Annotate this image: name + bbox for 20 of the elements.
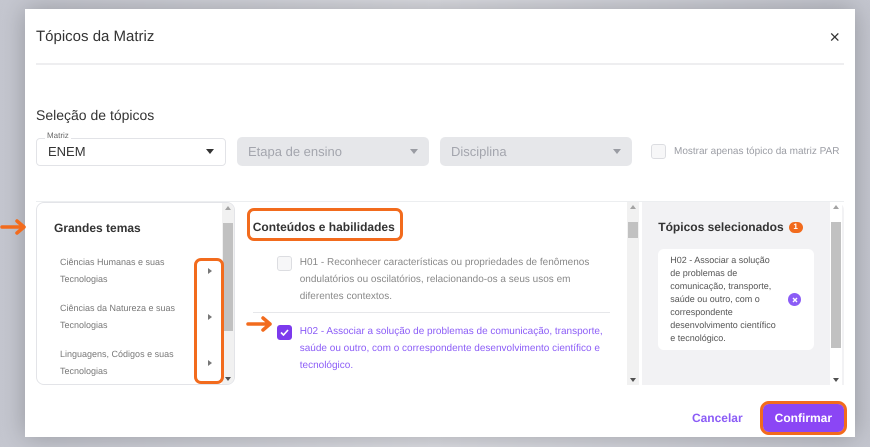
checkbox-label: Mostrar apenas tópico da matriz PAR <box>674 145 840 159</box>
theme-item[interactable]: Ciências Humanas e suas Tecnologias <box>60 254 182 288</box>
panel-title: Grandes temas <box>54 220 141 237</box>
field-placeholder: Etapa de ensino <box>248 142 342 161</box>
skill-text: H01 - Reconhecer características ou propriedades de fenômenos ondulatórios ou oscilatórios, relacionando-os a seus usos em diferentes contextos. <box>300 256 590 304</box>
skill-text: H02 - Associar a solução de problemas de comunicação, transporte, saúde ou outro, com o correspondente desenvolvimento científico e tecnológico. <box>300 325 604 373</box>
panel-title: Conteúdos e habilidades <box>252 219 395 236</box>
field-placeholder: Disciplina <box>451 142 507 161</box>
section-title: Seleção de tópicos <box>36 106 156 125</box>
dialog-title: Tópicos da Matriz <box>36 26 154 47</box>
confirm-button[interactable]: Confirmar <box>762 404 844 432</box>
cancel-button[interactable]: Cancelar <box>692 409 743 427</box>
topic-text: H02 - Associar a solução de problemas de comunicação, transporte, saúde ou outro, com o correspondente desenvolvimento científico e tecnológico. <box>670 254 777 345</box>
theme-item[interactable]: Ciências da Natureza e suas Tecnologias <box>60 300 182 334</box>
field-value: ENEM <box>48 142 86 161</box>
panel-title: Tópicos selecionados <box>658 219 784 236</box>
count-badge: 1 <box>788 222 803 232</box>
theme-item[interactable]: Linguagens, Códigos e suas Tecnologias <box>60 346 182 380</box>
field-label: Matriz <box>45 132 71 140</box>
close-button[interactable]: × <box>829 28 844 46</box>
